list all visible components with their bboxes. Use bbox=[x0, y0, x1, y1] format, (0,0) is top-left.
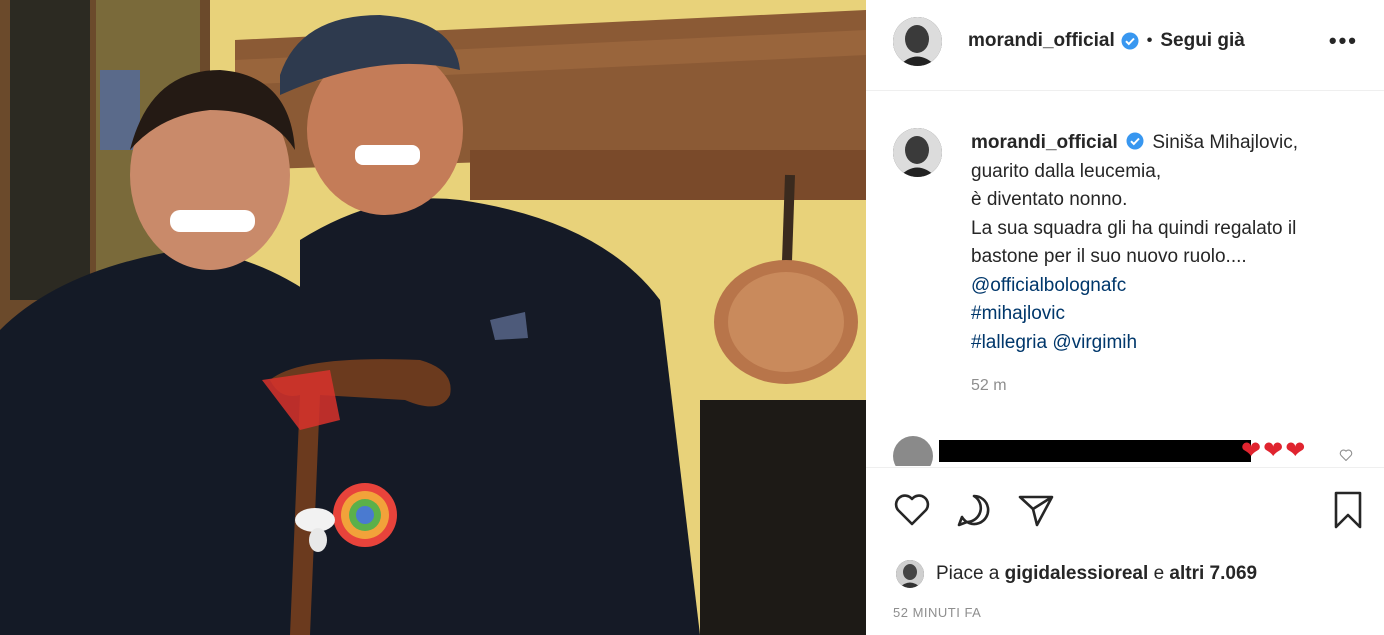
commenter-avatar[interactable] bbox=[893, 436, 933, 466]
post-side-panel: morandi_official • Segui già ••• morandi… bbox=[866, 0, 1384, 635]
photo-illustration bbox=[0, 0, 866, 635]
author-username[interactable]: morandi_official bbox=[968, 30, 1115, 52]
comment-hearts: ❤❤❤ bbox=[1241, 437, 1308, 464]
likes-middle: e bbox=[1153, 563, 1165, 584]
post-timestamp: 52 MINUTI FA bbox=[893, 605, 982, 620]
liker-username[interactable]: gigidalessioreal bbox=[1005, 563, 1149, 585]
caption-username[interactable]: morandi_official bbox=[971, 132, 1118, 153]
caption-first-line: morandi_official Siniša Mihajlovic, bbox=[971, 129, 1361, 158]
heart-icon[interactable] bbox=[892, 490, 932, 530]
liker-avatar[interactable] bbox=[896, 560, 924, 588]
caption-hashtag-link[interactable]: #mihajlovic bbox=[971, 300, 1361, 329]
caption-text-line: guarito dalla leucemia, bbox=[971, 160, 1162, 182]
caption-text-line: bastone per il suo nuovo ruolo.... bbox=[971, 246, 1247, 267]
follow-button[interactable]: Segui già bbox=[1160, 30, 1244, 52]
caption-author-avatar[interactable] bbox=[893, 128, 942, 177]
verified-badge-icon bbox=[1121, 32, 1139, 50]
likes-prefix: Piace a bbox=[936, 563, 1000, 584]
author-line: morandi_official • Segui già bbox=[968, 30, 1245, 52]
likes-others-link[interactable]: altri 7.069 bbox=[1169, 563, 1257, 585]
caption-text-line: Siniša Mihajlovic, bbox=[1152, 132, 1299, 153]
comment-like-icon[interactable] bbox=[1339, 448, 1353, 464]
action-bar bbox=[866, 467, 1384, 557]
post-photo[interactable] bbox=[0, 0, 866, 635]
verified-badge-icon bbox=[1126, 132, 1144, 150]
comment-row: ❤❤❤ bbox=[893, 436, 1363, 466]
comments-area: morandi_official Siniša Mihajlovic, guar… bbox=[866, 92, 1384, 466]
caption-text-line: è diventato nonno. bbox=[971, 189, 1128, 210]
separator-dot: • bbox=[1146, 32, 1153, 49]
bookmark-icon[interactable] bbox=[1328, 490, 1368, 530]
author-avatar[interactable] bbox=[893, 17, 942, 66]
more-options-icon[interactable]: ••• bbox=[1329, 28, 1358, 54]
caption-mention-link[interactable]: @officialbolognafc bbox=[971, 272, 1361, 301]
caption-timestamp: 52 m bbox=[971, 377, 1007, 394]
likes-line: Piace a gigidalessioreal e altri 7.069 bbox=[896, 560, 1257, 588]
redacted-comment bbox=[939, 440, 1251, 462]
comment-icon[interactable] bbox=[954, 490, 994, 530]
caption-hashtag-mention-link[interactable]: #lallegria @virgimih bbox=[971, 329, 1361, 358]
post-header: morandi_official • Segui già ••• bbox=[866, 0, 1384, 91]
post-caption: morandi_official Siniša Mihajlovic, guar… bbox=[971, 129, 1361, 357]
share-icon[interactable] bbox=[1016, 490, 1056, 530]
caption-text-line: La sua squadra gli ha quindi regalato il bbox=[971, 217, 1297, 239]
